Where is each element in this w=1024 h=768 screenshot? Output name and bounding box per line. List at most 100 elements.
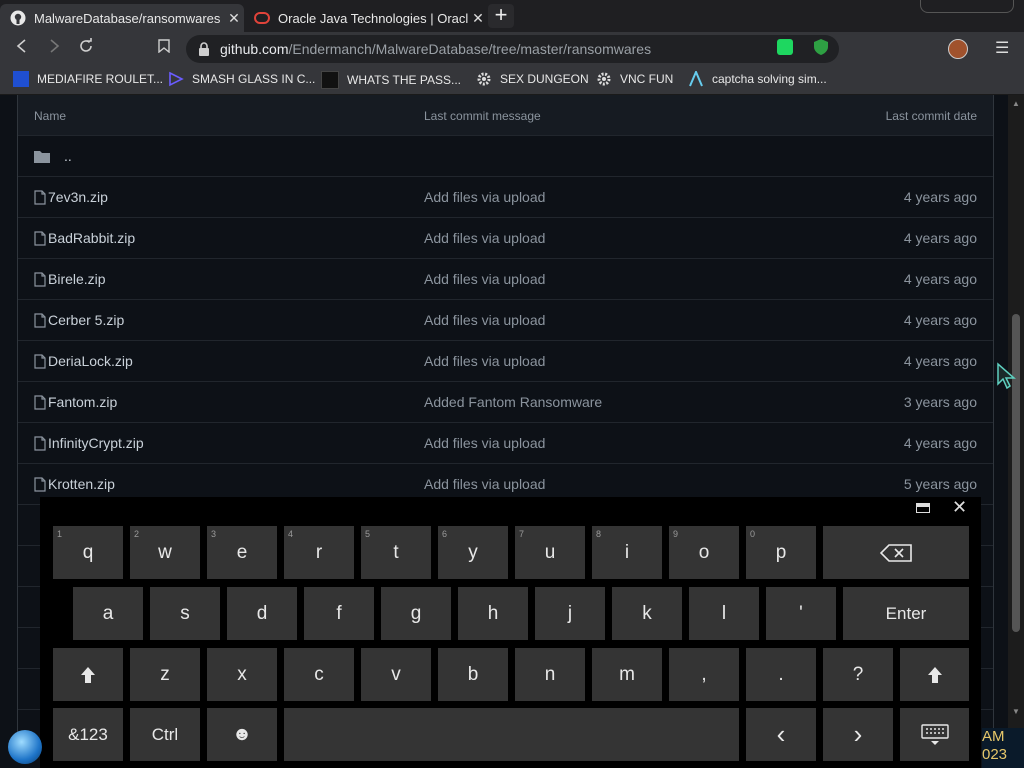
new-tab-button[interactable]: + (488, 4, 514, 28)
folder-icon (34, 150, 50, 163)
bookmark-vnc-fun[interactable]: VNC FUN (596, 71, 673, 87)
key-y[interactable]: 6y (438, 526, 508, 579)
commit-message-link[interactable]: Add files via upload (424, 476, 545, 492)
parent-directory-row[interactable]: .. (18, 135, 993, 176)
scroll-down-icon[interactable]: ▼ (1012, 707, 1020, 716)
key-u[interactable]: 7u (515, 526, 585, 579)
key-b[interactable]: b (438, 648, 508, 701)
lock-icon (198, 42, 212, 56)
shift-left-key[interactable] (53, 648, 123, 701)
key-r[interactable]: 4r (284, 526, 354, 579)
key-j[interactable]: j (535, 587, 605, 640)
table-row[interactable]: InfinityCrypt.zip Add files via upload 4 y… (18, 422, 993, 463)
parent-link[interactable]: .. (64, 148, 72, 164)
key-f[interactable]: f (304, 587, 374, 640)
commit-message-link[interactable]: Add files via upload (424, 271, 545, 287)
commit-message-link[interactable]: Add files via upload (424, 435, 545, 451)
file-name-link[interactable]: Cerber 5.zip (48, 312, 124, 328)
key-h[interactable]: h (458, 587, 528, 640)
symbols-key[interactable]: &123 (53, 708, 123, 761)
space-key[interactable] (284, 708, 739, 761)
file-name-link[interactable]: DeriaLock.zip (48, 353, 133, 369)
close-tab-icon[interactable]: ✕ (224, 10, 244, 27)
key-s[interactable]: s (150, 587, 220, 640)
key-w[interactable]: 2w (130, 526, 200, 579)
address-bar[interactable]: github.com/Endermanch/MalwareDatabase/tr… (186, 35, 839, 63)
table-row[interactable]: DeriaLock.zip Add files via upload 4 years… (18, 340, 993, 381)
table-row[interactable]: Birele.zip Add files via upload 4 years ag… (18, 258, 993, 299)
key-z[interactable]: z (130, 648, 200, 701)
key-label: ' (799, 602, 803, 624)
extension-chat-icon[interactable] (777, 39, 793, 55)
commit-message-link[interactable]: Add files via upload (424, 312, 545, 328)
ctrl-key[interactable]: Ctrl (130, 708, 200, 761)
key-sym[interactable]: . (746, 648, 816, 701)
key-o[interactable]: 9o (669, 526, 739, 579)
file-name-link[interactable]: 7ev3n.zip (48, 189, 108, 205)
right-arrow-key[interactable]: › (823, 708, 893, 761)
bookmark-mediafire[interactable]: MEDIAFIRE ROULET... (13, 71, 163, 87)
dock-keyboard-icon[interactable] (916, 503, 930, 513)
shift-right-key[interactable] (900, 648, 969, 701)
reload-icon[interactable] (75, 38, 97, 60)
key-e[interactable]: 3e (207, 526, 277, 579)
emoji-key[interactable]: ☻ (207, 708, 277, 761)
key-a[interactable]: a (73, 587, 143, 640)
key-x[interactable]: x (207, 648, 277, 701)
table-row[interactable]: 7ev3n.zip Add files via upload 4 years ago (18, 176, 993, 217)
keyboard-options-key[interactable] (900, 708, 969, 761)
key-v[interactable]: v (361, 648, 431, 701)
key-c[interactable]: c (284, 648, 354, 701)
profile-avatar[interactable] (948, 39, 968, 59)
enter-key[interactable]: Enter (843, 587, 969, 640)
close-keyboard-icon[interactable]: ✕ (952, 497, 967, 518)
commit-message-link[interactable]: Add files via upload (424, 353, 545, 369)
key-label: n (544, 663, 556, 685)
discord-icon (321, 71, 339, 89)
scroll-up-icon[interactable]: ▲ (1012, 99, 1020, 108)
file-name-link[interactable]: Krotten.zip (48, 476, 115, 492)
file-icon (34, 435, 46, 451)
bookmark-icon[interactable] (153, 38, 175, 60)
key-t[interactable]: 5t (361, 526, 431, 579)
extension-shield-icon[interactable] (813, 38, 829, 56)
key-n[interactable]: n (515, 648, 585, 701)
left-arrow-key[interactable]: ‹ (746, 708, 816, 761)
start-orb-icon[interactable] (8, 730, 42, 764)
key-m[interactable]: m (592, 648, 662, 701)
back-icon[interactable] (11, 38, 33, 60)
key-i[interactable]: 8i (592, 526, 662, 579)
key-p[interactable]: 0p (746, 526, 816, 579)
table-row[interactable]: Cerber 5.zip Add files via upload 4 years … (18, 299, 993, 340)
tab-malware-database[interactable]: MalwareDatabase/ransomwares at ✕ (0, 4, 244, 32)
key-k[interactable]: k (612, 587, 682, 640)
key-sym[interactable]: , (669, 648, 739, 701)
bookmark-smash-glass[interactable]: SMASH GLASS IN C... (168, 71, 315, 87)
file-name-link[interactable]: Fantom.zip (48, 394, 117, 410)
file-name-link[interactable]: BadRabbit.zip (48, 230, 135, 246)
commit-message-link[interactable]: Added Fantom Ransomware (424, 394, 602, 410)
commit-date: 4 years ago (903, 271, 977, 287)
captcha-icon (688, 69, 704, 87)
backspace-key[interactable] (823, 526, 969, 579)
menu-icon[interactable]: ☰ (995, 38, 1009, 58)
key-l[interactable]: l (689, 587, 759, 640)
file-name-link[interactable]: Birele.zip (48, 271, 106, 287)
bookmark-whats-the-pass[interactable]: WHATS THE PASS... (321, 71, 461, 89)
commit-message-link[interactable]: Add files via upload (424, 230, 545, 246)
key-sym[interactable]: ' (766, 587, 836, 640)
file-name-link[interactable]: InfinityCrypt.zip (48, 435, 144, 451)
close-tab-icon[interactable]: ✕ (468, 10, 488, 27)
bookmark-sex-dungeon[interactable]: SEX DUNGEON (476, 71, 589, 87)
key-q[interactable]: 1q (53, 526, 123, 579)
table-row[interactable]: BadRabbit.zip Add files via upload 4 years… (18, 217, 993, 258)
key-sym[interactable]: ? (823, 648, 893, 701)
forward-icon[interactable] (43, 38, 65, 60)
page-scrollbar[interactable]: ▲ ▼ (1008, 95, 1024, 768)
commit-message-link[interactable]: Add files via upload (424, 189, 545, 205)
key-g[interactable]: g (381, 587, 451, 640)
tab-oracle-java[interactable]: Oracle Java Technologies | Oracle ✕ (244, 4, 488, 32)
key-d[interactable]: d (227, 587, 297, 640)
bookmark-captcha[interactable]: captcha solving sim... (688, 69, 827, 87)
table-row[interactable]: Fantom.zip Added Fantom Ransomware 3 years… (18, 381, 993, 422)
